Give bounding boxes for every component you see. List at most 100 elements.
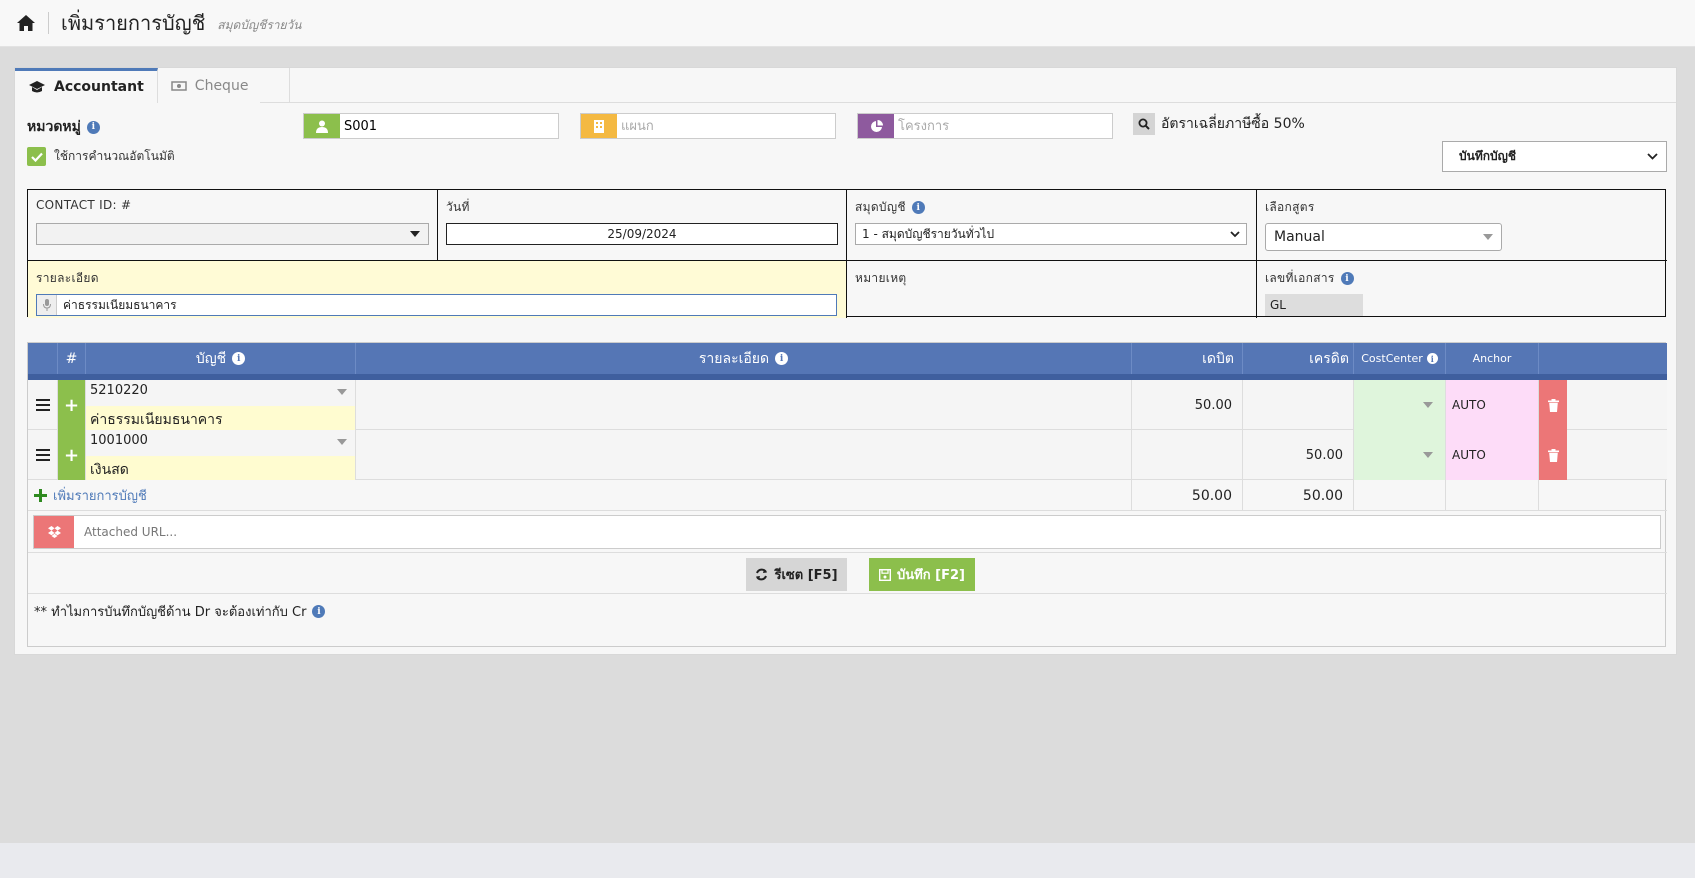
refresh-icon (756, 568, 768, 581)
row-detail[interactable] (356, 430, 1132, 480)
docno-cell: เลขที่เอกสาร i GL (1257, 261, 1667, 318)
docno-label: เลขที่เอกสาร i (1265, 269, 1659, 288)
account-code: 5210220 (90, 383, 148, 398)
save-label: บันทึก [F2] (897, 568, 965, 583)
header-account: บัญชี i (86, 343, 356, 374)
account-cell[interactable]: 5210220 ค่าธรรมเนียมธนาคาร (86, 380, 356, 430)
header-credit: เครดิต (1243, 343, 1354, 374)
trash-icon[interactable] (1539, 430, 1567, 480)
reset-button[interactable]: รีเซต [F5] (746, 558, 847, 591)
divider (48, 12, 49, 34)
search-icon[interactable] (1133, 113, 1155, 135)
formula-label: เลือกสูตร (1265, 200, 1315, 214)
caret-down-icon (1423, 402, 1433, 408)
tab-label: Accountant (54, 79, 144, 95)
add-entry-label: เพิ่มรายการบัญชี (53, 489, 147, 504)
save-button[interactable]: บันทึก [F2] (869, 558, 975, 591)
costcenter-select[interactable] (1354, 380, 1446, 430)
header-delete (1539, 343, 1567, 374)
info-icon[interactable]: i (312, 605, 326, 618)
save-mode-value: บันทึกบัญชี (1459, 149, 1516, 163)
add-row-icon[interactable]: + (58, 430, 86, 480)
date-input[interactable]: 25/09/2024 (446, 223, 838, 245)
drag-handle-icon[interactable] (28, 430, 58, 480)
save-mode-select[interactable]: บันทึกบัญชี (1442, 141, 1667, 172)
account-cell[interactable]: 1001000 เงินสด (86, 430, 356, 480)
table-header: # บัญชี i รายละเอียด i เดบิต เครดิต CostCe… (28, 343, 1667, 374)
group-label: หมวดหมู่ i (27, 116, 100, 138)
plus-icon (34, 489, 47, 502)
info-icon[interactable]: i (911, 201, 925, 214)
top-bar: เพิ่มรายการบัญชี สมุดบัญชีรายวัน (0, 0, 1695, 47)
customer-field (303, 113, 559, 139)
header-handle (28, 343, 58, 374)
journal-select[interactable]: 1 - สมุดบัญชีรายวันทั่วไป (855, 223, 1247, 245)
dropbox-icon[interactable] (34, 516, 74, 548)
info-icon[interactable]: i (1340, 272, 1354, 285)
total-anchor (1446, 480, 1539, 511)
account-name: เงินสด (86, 456, 355, 480)
table-row: + 1001000 เงินสด 50.00 AUTO (28, 430, 1667, 480)
drag-handle-icon[interactable] (28, 380, 58, 430)
costcenter-select[interactable] (1354, 430, 1446, 480)
info-icon[interactable]: i (232, 352, 246, 365)
graduation-cap-icon (29, 81, 45, 93)
tab-cheque[interactable]: Cheque (158, 68, 290, 103)
debit-cell[interactable] (1132, 430, 1243, 480)
info-icon[interactable]: i (86, 120, 100, 134)
row-detail[interactable] (356, 380, 1132, 430)
home-icon[interactable] (16, 13, 36, 33)
debit-cell[interactable]: 50.00 (1132, 380, 1243, 430)
header-debit: เดบิต (1132, 343, 1243, 374)
action-bar: รีเซต [F5] บันทึก [F2] (28, 552, 1667, 594)
detail-input[interactable]: ค่าธรรมเนียมธนาคาร (36, 294, 837, 316)
info-icon[interactable]: i (1426, 353, 1438, 364)
caret-down-icon (1423, 452, 1433, 458)
tab-accountant[interactable]: Accountant (15, 68, 158, 103)
caret-down-icon[interactable] (337, 389, 347, 395)
account-code: 1001000 (90, 433, 148, 448)
tab-label: Cheque (194, 77, 249, 94)
caret-down-icon (410, 231, 420, 237)
microphone-icon[interactable] (37, 295, 57, 315)
formula-select[interactable]: Manual (1265, 223, 1502, 251)
contact-label: CONTACT ID: # (36, 198, 132, 212)
header-detail: รายละเอียด i (356, 343, 1132, 374)
journal-value: 1 - สมุดบัญชีรายวันทั่วไป (862, 226, 995, 241)
customer-input[interactable] (340, 114, 558, 138)
caret-down-icon[interactable] (337, 439, 347, 445)
table-row: + 5210220 ค่าธรรมเนียมธนาคาร 50.00 AUTO (28, 380, 1667, 430)
journal-label-text: สมุดบัญชี (855, 200, 906, 214)
attach-url-input[interactable] (74, 516, 1660, 548)
docno-label-text: เลขที่เอกสาร (1265, 271, 1335, 285)
anchor-cell[interactable]: AUTO (1446, 380, 1539, 430)
date-label: วันที่ (446, 200, 470, 214)
header-index: # (58, 343, 86, 374)
credit-cell[interactable]: 50.00 (1243, 430, 1354, 480)
reset-label: รีเซต [F5] (774, 568, 838, 583)
anchor-cell[interactable]: AUTO (1446, 430, 1539, 480)
add-row-icon[interactable]: + (58, 380, 86, 430)
detail-value: ค่าธรรมเนียมธนาคาร (63, 297, 177, 312)
department-input[interactable] (617, 114, 835, 138)
total-credit: 50.00 (1243, 480, 1354, 511)
journal-cell: สมุดบัญชี i 1 - สมุดบัญชีรายวันทั่วไป (847, 190, 1257, 261)
tab-bar: Accountant Cheque (15, 68, 290, 103)
contact-select[interactable] (36, 223, 429, 245)
docno-input[interactable]: GL (1265, 294, 1363, 316)
detail-cell: รายละเอียด ค่าธรรมเนียมธนาคาร (28, 261, 847, 318)
balance-note: ** ทำไมการบันทึกบัญชีด้าน Dr จะต้องเท่าก… (34, 601, 326, 622)
credit-cell[interactable] (1243, 380, 1354, 430)
add-entry-link[interactable]: เพิ่มรายการบัญชี (28, 480, 1132, 511)
info-icon[interactable]: i (775, 352, 789, 365)
formula-cell: เลือกสูตร Manual (1257, 190, 1667, 261)
project-input[interactable] (894, 114, 1112, 138)
caret-down-icon (1483, 234, 1493, 240)
auto-calc-checkbox[interactable] (27, 147, 46, 166)
department-field (580, 113, 836, 139)
pie-chart-icon (858, 114, 894, 138)
docno-value: GL (1270, 298, 1286, 312)
attach-url-field (33, 515, 1661, 549)
trash-icon[interactable] (1539, 380, 1567, 430)
total-costcenter (1354, 480, 1446, 511)
